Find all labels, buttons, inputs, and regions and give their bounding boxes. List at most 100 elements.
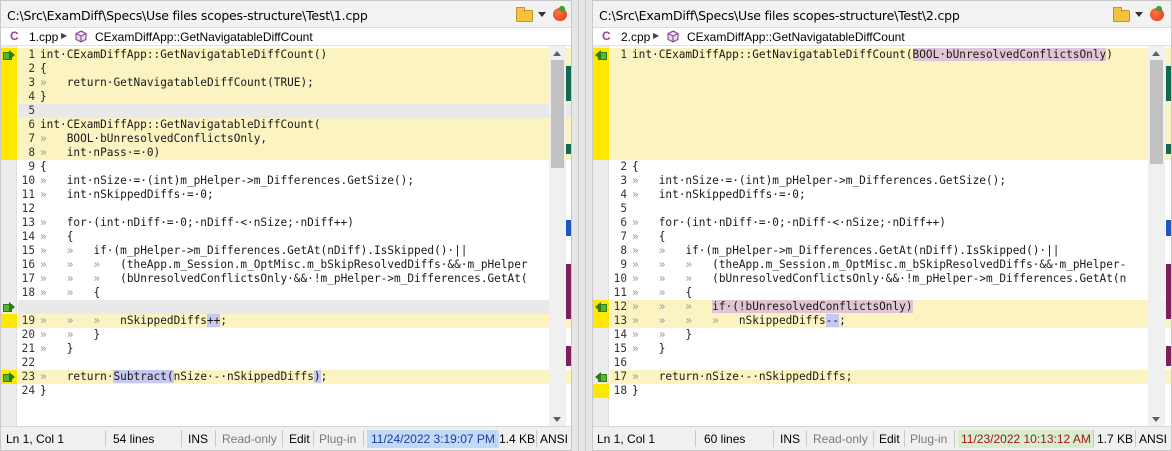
line-text: » } bbox=[40, 342, 73, 356]
scroll-up-icon[interactable] bbox=[553, 51, 561, 56]
file-date: 11/24/2022 3:19:07 PM bbox=[367, 430, 499, 448]
edit-indicator[interactable]: Edit bbox=[289, 430, 310, 448]
scroll-down-icon[interactable] bbox=[553, 417, 561, 422]
breadcrumb-function[interactable]: CExamDiffApp::GetNavigatableDiffCount bbox=[95, 30, 313, 44]
code-token: } bbox=[40, 384, 47, 397]
indent-marker: » bbox=[632, 174, 659, 187]
code-line: 4 » int·nSkippedDiffs·=·0; bbox=[610, 188, 1171, 202]
open-folder-icon[interactable] bbox=[515, 6, 533, 22]
code-token: { bbox=[66, 230, 74, 243]
line-text: » » » (theApp.m_Session.m_OptMisc.m_bSki… bbox=[632, 258, 1126, 272]
code-token: int·nPass·=·0) bbox=[66, 146, 161, 159]
code-token: { bbox=[40, 62, 47, 75]
overview-mark bbox=[566, 346, 571, 366]
indent-marker: » bbox=[632, 370, 659, 383]
line-number: 14 bbox=[21, 230, 35, 243]
line-number: 5 bbox=[620, 202, 627, 215]
scroll-up-icon[interactable] bbox=[1152, 51, 1160, 56]
code-line: 12 bbox=[18, 202, 571, 216]
plugin-indicator[interactable]: Plug-in bbox=[319, 430, 356, 448]
line-text: » » } bbox=[632, 328, 692, 342]
indent-marker: » bbox=[632, 230, 659, 243]
scroll-thumb[interactable] bbox=[551, 60, 564, 168]
right-code-editor[interactable]: 1 int·CExamDiffApp::GetNavigatableDiffCou… bbox=[593, 46, 1171, 428]
status-divider bbox=[282, 430, 283, 447]
dropdown-arrow-icon[interactable] bbox=[1130, 6, 1148, 22]
open-folder-icon[interactable] bbox=[1112, 6, 1130, 22]
code-token: ; bbox=[220, 314, 228, 327]
indent-marker: » bbox=[632, 342, 659, 355]
read-only-indicator[interactable]: Read-only bbox=[222, 430, 277, 448]
breadcrumb-file[interactable]: 1.cpp bbox=[29, 30, 58, 44]
right-diff-overview[interactable] bbox=[1166, 46, 1171, 428]
insert-mode[interactable]: INS bbox=[780, 430, 800, 448]
left-status-bar: Ln 1, Col 1 54 lines INS Read-only Edit … bbox=[1, 426, 571, 450]
line-text: int·CExamDiffApp::GetNavigatableDiffCoun… bbox=[40, 48, 327, 62]
line-number: 3 bbox=[28, 76, 35, 89]
file-encoding[interactable]: ANSI bbox=[540, 430, 568, 448]
scroll-thumb[interactable] bbox=[1150, 60, 1163, 164]
right-vertical-scrollbar[interactable] bbox=[1148, 46, 1165, 428]
status-divider bbox=[904, 430, 905, 447]
left-diff-overview[interactable] bbox=[566, 46, 571, 428]
line-text: } bbox=[40, 90, 47, 104]
breadcrumb-file[interactable]: 2.cpp bbox=[621, 30, 650, 44]
line-text: { bbox=[632, 160, 639, 174]
dropdown-arrow-icon[interactable] bbox=[533, 6, 551, 22]
settings-icon[interactable] bbox=[551, 6, 569, 22]
code-token: } bbox=[93, 328, 101, 341]
code-token: nSkippedDiffs bbox=[120, 314, 207, 327]
copy-right-arrow-icon[interactable] bbox=[3, 302, 15, 312]
code-token: ; bbox=[839, 314, 846, 327]
copy-right-arrow-icon[interactable] bbox=[3, 50, 15, 60]
code-line: 18} bbox=[610, 384, 1171, 398]
code-token: ; bbox=[320, 370, 328, 383]
line-number: 19 bbox=[21, 314, 35, 327]
code-token: return·GetNavigatableDiffCount(TRUE); bbox=[66, 76, 314, 89]
line-number: 21 bbox=[21, 342, 35, 355]
code-token: } bbox=[658, 342, 666, 355]
copy-left-arrow-icon[interactable] bbox=[595, 372, 607, 382]
indent-marker: » » bbox=[40, 286, 94, 299]
indent-marker: » » bbox=[632, 328, 686, 341]
right-file-path[interactable]: C:\Src\ExamDiff\Specs\Use files scopes-s… bbox=[599, 8, 960, 23]
breadcrumb-function[interactable]: CExamDiffApp::GetNavigatableDiffCount bbox=[687, 30, 905, 44]
code-token: } bbox=[685, 328, 693, 341]
copy-left-arrow-icon[interactable] bbox=[595, 302, 607, 312]
left-code-editor[interactable]: 1 int·CExamDiffApp::GetNavigatableDiffCou… bbox=[1, 46, 571, 428]
line-count: 54 lines bbox=[113, 432, 155, 446]
line-text: { bbox=[40, 62, 47, 76]
code-line: 15 » » if·(m_pHelper->m_Differences.GetAt… bbox=[18, 244, 571, 258]
code-token: int·CExamDiffApp::GetNavigatableDiffCoun… bbox=[40, 48, 328, 61]
edit-indicator[interactable]: Edit bbox=[879, 430, 900, 448]
code-line: 8 » int·nPass·=·0) bbox=[18, 146, 571, 160]
breadcrumb-separator-icon: ▶ bbox=[653, 31, 660, 40]
copy-left-arrow-icon[interactable] bbox=[595, 50, 607, 60]
pane-splitter[interactable] bbox=[572, 0, 592, 451]
indent-marker: » » » bbox=[632, 300, 713, 313]
copy-right-arrow-icon[interactable] bbox=[3, 372, 15, 382]
insert-mode[interactable]: INS bbox=[188, 430, 208, 448]
code-line bbox=[610, 118, 1171, 132]
diff-token: BOOL·bUnresolvedConflictsOnly bbox=[912, 48, 1107, 61]
code-line bbox=[18, 300, 571, 314]
code-token: int·nSkippedDiffs·=·0; bbox=[66, 188, 214, 201]
read-only-indicator[interactable]: Read-only bbox=[813, 430, 868, 448]
code-line bbox=[610, 90, 1171, 104]
left-vertical-scrollbar[interactable] bbox=[549, 46, 566, 428]
left-file-path[interactable]: C:\Src\ExamDiff\Specs\Use files scopes-s… bbox=[7, 8, 368, 23]
code-token: BOOL·bUnresolvedConflictsOnly, bbox=[66, 132, 268, 145]
line-number: 7 bbox=[28, 132, 35, 145]
status-divider bbox=[215, 430, 216, 447]
diff-token: -- bbox=[825, 314, 840, 327]
change-marker bbox=[593, 48, 609, 160]
plugin-indicator[interactable]: Plug-in bbox=[910, 430, 947, 448]
file-encoding[interactable]: ANSI bbox=[1139, 430, 1167, 448]
settings-icon[interactable] bbox=[1148, 6, 1166, 22]
status-divider bbox=[954, 430, 955, 447]
indent-marker: » » » bbox=[632, 272, 713, 285]
code-token: for·(int·nDiff·=·0;·nDiff·<·nSize;·nDiff… bbox=[66, 216, 354, 229]
line-number: 9 bbox=[28, 160, 35, 173]
scroll-down-icon[interactable] bbox=[1152, 417, 1160, 422]
status-divider bbox=[695, 430, 696, 447]
